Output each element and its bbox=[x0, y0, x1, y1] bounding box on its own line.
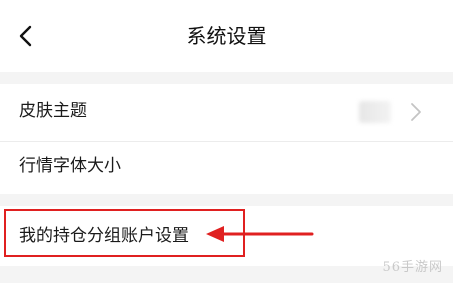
header-bar: 系统设置 bbox=[0, 0, 453, 72]
watermark: 56手游网 bbox=[382, 260, 443, 275]
red-arrow-icon bbox=[206, 226, 314, 242]
chevron-right-icon bbox=[411, 103, 421, 121]
settings-item-label: 行情字体大小 bbox=[19, 156, 121, 176]
settings-item-quote-font-size[interactable]: 行情字体大小 bbox=[0, 142, 453, 194]
settings-item-skin-theme[interactable]: 皮肤主题 bbox=[0, 84, 453, 142]
blurred-value bbox=[359, 101, 391, 123]
page-title: 系统设置 bbox=[186, 24, 267, 48]
settings-item-label: 皮肤主题 bbox=[19, 101, 87, 121]
